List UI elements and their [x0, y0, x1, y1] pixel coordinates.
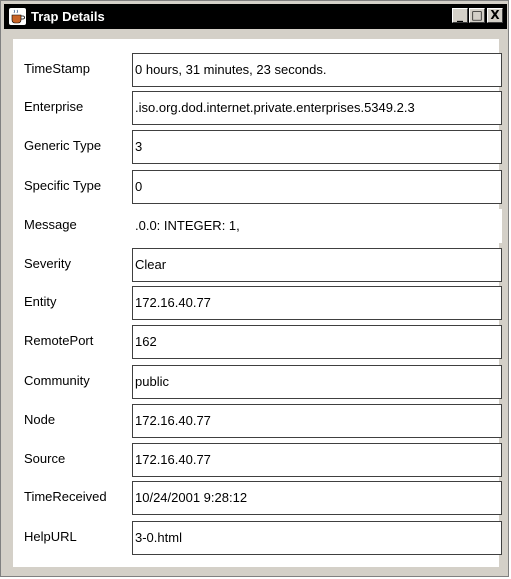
title-bar[interactable]: Trap Details _ □ X — [4, 4, 507, 29]
app-icon[interactable] — [9, 8, 26, 25]
node-row: Node 172.16.40.77 — [13, 403, 502, 439]
severity-row: Severity Clear — [13, 247, 502, 283]
help-url-row: HelpURL 3-0.html — [13, 520, 502, 556]
source-field[interactable]: 172.16.40.77 — [132, 443, 502, 477]
message-label: Message — [24, 217, 77, 232]
entity-field[interactable]: 172.16.40.77 — [132, 286, 502, 320]
entity-row: Entity 172.16.40.77 — [13, 285, 502, 321]
coffee-cup-icon — [11, 9, 25, 24]
time-received-row: TimeReceived 10/24/2001 9:28:12 — [13, 480, 502, 516]
timestamp-label: TimeStamp — [24, 61, 90, 76]
time-received-field[interactable]: 10/24/2001 9:28:12 — [132, 481, 502, 515]
trap-details-window: Trap Details _ □ X TimeStamp 0 hours, 31… — [0, 0, 509, 577]
enterprise-row: Enterprise .iso.org.dod.internet.private… — [13, 90, 502, 126]
minimize-button[interactable]: _ — [452, 8, 468, 23]
help-url-field[interactable]: 3-0.html — [132, 521, 502, 555]
timestamp-field[interactable]: 0 hours, 31 minutes, 23 seconds. — [132, 53, 502, 87]
node-label: Node — [24, 412, 56, 427]
message-row: Message .0.0: INTEGER: 1, — [13, 208, 502, 244]
community-row: Community public — [13, 364, 502, 400]
entity-label: Entity — [24, 294, 57, 309]
severity-field[interactable]: Clear — [132, 248, 502, 282]
generic-type-row: Generic Type 3 — [13, 129, 502, 165]
message-field[interactable]: .0.0: INTEGER: 1, — [132, 209, 502, 243]
source-row: Source 172.16.40.77 — [13, 442, 502, 478]
remote-port-label: RemotePort — [24, 333, 94, 348]
node-field[interactable]: 172.16.40.77 — [132, 404, 502, 438]
remote-port-row: RemotePort 162 — [13, 324, 502, 360]
specific-type-label: Specific Type — [24, 178, 102, 193]
close-button[interactable]: X — [487, 8, 503, 23]
enterprise-label: Enterprise — [24, 99, 84, 114]
timestamp-row: TimeStamp 0 hours, 31 minutes, 23 second… — [13, 52, 502, 88]
enterprise-field[interactable]: .iso.org.dod.internet.private.enterprise… — [132, 91, 502, 125]
remote-port-field[interactable]: 162 — [132, 325, 502, 359]
severity-label: Severity — [24, 256, 71, 271]
specific-type-row: Specific Type 0 — [13, 169, 502, 205]
community-field[interactable]: public — [132, 365, 502, 399]
community-label: Community — [24, 373, 90, 388]
maximize-button[interactable]: □ — [469, 8, 485, 23]
generic-type-label: Generic Type — [24, 138, 102, 153]
source-label: Source — [24, 451, 66, 466]
specific-type-field[interactable]: 0 — [132, 170, 502, 204]
time-received-label: TimeReceived — [24, 489, 107, 504]
window-title: Trap Details — [31, 9, 105, 24]
generic-type-field[interactable]: 3 — [132, 130, 502, 164]
help-url-label: HelpURL — [24, 529, 77, 544]
trap-details-form: TimeStamp 0 hours, 31 minutes, 23 second… — [13, 39, 502, 567]
